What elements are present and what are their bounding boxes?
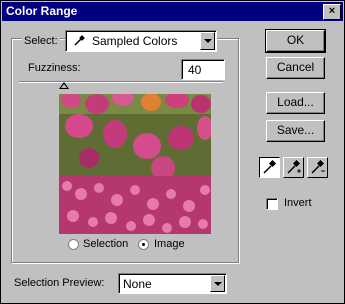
preview-image[interactable] (59, 94, 211, 234)
fuzziness-label: Fuzziness: (28, 62, 81, 74)
eyedropper-plus-icon (287, 159, 301, 174)
selection-radio-label: Selection (83, 238, 129, 250)
selection-preview-value: None (123, 277, 152, 291)
selection-radio[interactable] (68, 239, 79, 250)
fuzziness-slider-thumb[interactable] (59, 82, 69, 89)
eyedropper-icon (74, 35, 85, 46)
window-title: Color Range (6, 4, 78, 18)
chevron-down-icon (200, 32, 215, 50)
select-dropdown[interactable]: Sampled Colors (65, 30, 217, 52)
image-radio[interactable] (138, 239, 149, 250)
color-range-dialog: Color Range × Select: Sampled Colors Fuz… (0, 0, 345, 304)
select-value: Sampled Colors (92, 34, 178, 48)
invert-label: Invert (284, 197, 312, 209)
invert-checkbox[interactable] (266, 198, 278, 210)
ok-button[interactable]: OK (265, 29, 326, 53)
subtract-from-sample-tool[interactable] (307, 157, 328, 178)
chevron-down-icon (210, 275, 225, 292)
selection-preview-label: Selection Preview: (14, 277, 105, 289)
close-button[interactable]: × (323, 4, 341, 20)
eyedropper-minus-icon (311, 159, 325, 174)
selection-preview-dropdown[interactable]: None (118, 273, 227, 294)
load-button[interactable]: Load... (266, 92, 325, 114)
fuzziness-slider-track[interactable] (19, 81, 223, 83)
fuzziness-input[interactable]: 40 (181, 59, 225, 80)
image-radio-label: Image (154, 238, 185, 250)
cancel-button[interactable]: Cancel (266, 57, 325, 79)
save-button[interactable]: Save... (266, 120, 325, 142)
add-to-sample-tool[interactable] (283, 157, 304, 178)
eyedropper-tool[interactable] (259, 157, 280, 178)
title-bar: Color Range × (2, 2, 343, 21)
eyedropper-icon (263, 159, 277, 174)
select-label: Select: (22, 35, 60, 47)
